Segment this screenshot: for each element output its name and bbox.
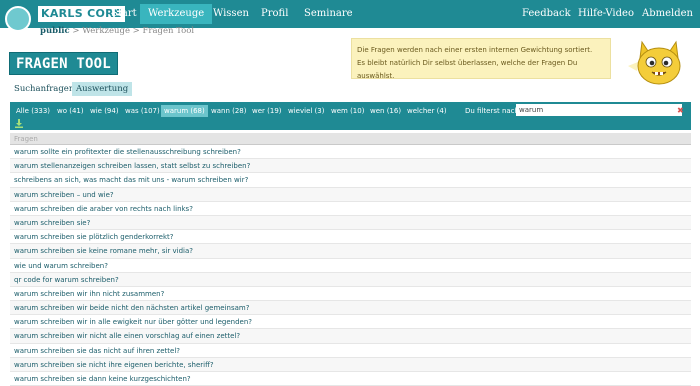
nav-start[interactable]: Start	[103, 4, 145, 24]
nav-werkzeuge[interactable]: Werkzeuge	[140, 4, 213, 24]
tab-suchanfragen[interactable]: Suchanfragen	[10, 82, 78, 96]
info-line-2: Es bleibt natürlich Dir selbst überlasse…	[357, 59, 578, 80]
filter-alle[interactable]: Alle (333)	[13, 105, 53, 117]
breadcrumb-path: > Werkzeuge > Fragen Tool	[69, 26, 195, 36]
table-body: warum sollte ein profitexter die stellen…	[10, 145, 691, 386]
table-row[interactable]: warum schreiben sie keine romane mehr, s…	[10, 244, 691, 259]
filter-welcher[interactable]: welcher (4)	[404, 105, 450, 117]
table-header: Fragen	[10, 133, 691, 145]
table-row[interactable]: warum schreiben wir in alle ewigkeit nur…	[10, 315, 691, 330]
nav-seminare[interactable]: Seminare	[296, 4, 361, 24]
info-line-1: Die Fragen werden nach einer ersten inte…	[357, 46, 593, 54]
nav-abmelden[interactable]: Abmelden	[634, 4, 700, 24]
page-title: FRAGEN TOOL	[9, 52, 118, 75]
breadcrumb-root[interactable]: public	[40, 26, 70, 36]
table-row[interactable]: warum sollte ein profitexter die stellen…	[10, 145, 691, 160]
filter-was[interactable]: was (107)	[122, 105, 163, 117]
table-row[interactable]: warum schreiben – und wie?	[10, 187, 691, 202]
filter-wo[interactable]: wo (41)	[54, 105, 87, 117]
table-row[interactable]: schreibens an sich, was macht das mit un…	[10, 173, 691, 188]
filter-wen[interactable]: wen (16)	[367, 105, 404, 117]
filter-wem[interactable]: wem (10)	[328, 105, 367, 117]
nav-feedback[interactable]: Feedback	[514, 4, 579, 24]
table-row[interactable]: warum schreiben wir ihn nicht zusammen?	[10, 287, 691, 302]
table-row[interactable]: warum schreiben die araber von rechts na…	[10, 202, 691, 216]
questions-table: Fragen warum sollte ein profitexter die …	[10, 133, 691, 386]
nav-hilfe-video[interactable]: Hilfe-Video	[570, 4, 642, 24]
table-row[interactable]: warum schreiben sie plötzlich genderkorr…	[10, 230, 691, 245]
filter-wann[interactable]: wann (28)	[208, 105, 249, 117]
tab-auswertung[interactable]: Auswertung	[72, 82, 133, 96]
filter-wer[interactable]: wer (19)	[249, 105, 285, 117]
nav-profil[interactable]: Profil	[253, 4, 296, 24]
cat-mascot-icon	[628, 40, 681, 85]
filter-label: Du filterst nach:	[465, 107, 522, 115]
download-icon[interactable]	[15, 119, 23, 128]
filter-warum[interactable]: warum (68)	[161, 105, 208, 117]
logo-icon	[5, 6, 31, 32]
table-row[interactable]: warum schreiben wir beide nicht den näch…	[10, 301, 691, 316]
filter-wie[interactable]: wie (94)	[87, 105, 122, 117]
table-row[interactable]: warum stellenanzeigen schreiben lassen, …	[10, 159, 691, 174]
table-row[interactable]: warum schreiben sie nicht ihre eigenen b…	[10, 357, 691, 372]
nav-wissen[interactable]: Wissen	[205, 4, 257, 24]
top-navigation: KARLS CORE Start Werkzeuge Wissen Profil…	[0, 0, 700, 32]
filter-wieviel[interactable]: wieviel (3)	[285, 105, 327, 117]
table-row[interactable]: qr code for warum schreiben?	[10, 272, 691, 287]
table-row[interactable]: warum schreiben sie dann keine kurzgesch…	[10, 372, 691, 386]
filter-bar: Alle (333) wo (41) wie (94) was (107) wa…	[10, 102, 691, 130]
filter-input[interactable]	[516, 104, 682, 116]
table-row[interactable]: warum schreiben sie das nicht auf ihren …	[10, 344, 691, 358]
clear-filter-icon[interactable]: ✖	[677, 105, 684, 117]
breadcrumb: public > Werkzeuge > Fragen Tool	[40, 26, 194, 36]
table-row[interactable]: wie und warum schreiben?	[10, 259, 691, 273]
info-box: Die Fragen werden nach einer ersten inte…	[351, 38, 611, 80]
table-row[interactable]: warum schreiben sie?	[10, 215, 691, 231]
table-row[interactable]: warum schreiben wir nicht alle einen vor…	[10, 329, 691, 344]
